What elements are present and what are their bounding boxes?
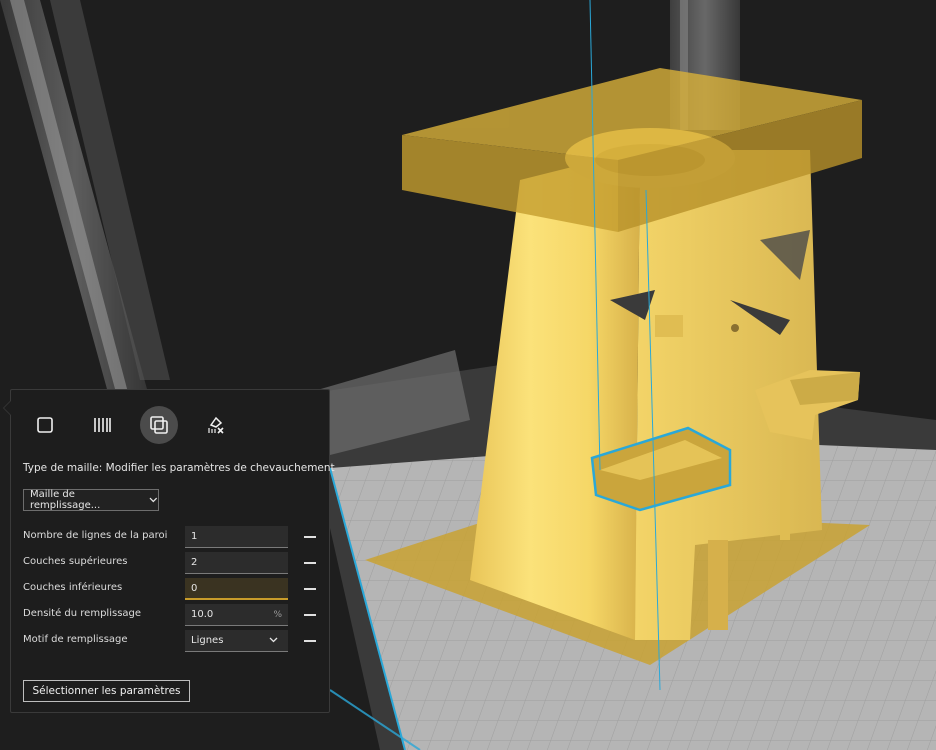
remove-setting-icon[interactable] (304, 536, 316, 538)
setting-label: Densité du remplissage (23, 608, 142, 619)
anti-overhang-button[interactable] (197, 406, 235, 444)
setting-label: Couches inférieures (23, 582, 123, 593)
support-mesh-icon (94, 418, 111, 432)
setting-row-infill-pattern: Motif de remplissage Lignes (23, 630, 319, 652)
top-layers-input[interactable]: 2 (185, 552, 288, 574)
per-model-settings-panel: Type de maille: Modifier les paramètres … (3, 389, 335, 713)
normal-model-button[interactable] (26, 406, 64, 444)
normal-model-icon (37, 417, 53, 433)
percent-unit: % (273, 610, 282, 620)
setting-row-bottom-layers: Couches inférieures 0 (23, 578, 319, 600)
anti-overhang-icon (208, 416, 224, 434)
setting-row-top-layers: Couches supérieures 2 (23, 552, 319, 574)
chevron-down-icon (149, 497, 158, 503)
mesh-type-dropdown-value: Maille de remplissage... (30, 489, 101, 511)
setting-label: Motif de remplissage (23, 634, 128, 645)
setting-label: Couches supérieures (23, 556, 128, 567)
infill-pattern-value: Lignes (191, 635, 224, 646)
overlap-mesh-button[interactable] (140, 406, 178, 444)
bottom-layers-input[interactable]: 0 (185, 578, 288, 600)
overlap-mesh-icon (150, 416, 168, 434)
mesh-type-dropdown[interactable]: Maille de remplissage... (23, 489, 159, 511)
remove-setting-icon[interactable] (304, 614, 316, 616)
setting-row-infill-density: Densité du remplissage 10.0 % (23, 604, 319, 626)
infill-pattern-select[interactable]: Lignes (185, 630, 288, 652)
chevron-down-icon (269, 637, 278, 643)
support-mesh-button[interactable] (83, 406, 121, 444)
panel-pointer (3, 400, 11, 416)
remove-setting-icon[interactable] (304, 562, 316, 564)
setting-label: Nombre de lignes de la paroi (23, 530, 168, 541)
mesh-type-label: Type de maille: Modifier les paramètres … (23, 462, 335, 474)
wall-line-count-input[interactable]: 1 (185, 526, 288, 548)
setting-row-wall-line-count: Nombre de lignes de la paroi 1 (23, 526, 319, 548)
remove-setting-icon[interactable] (304, 640, 316, 642)
select-settings-button[interactable]: Sélectionner les paramètres (23, 680, 190, 702)
remove-setting-icon[interactable] (304, 588, 316, 590)
infill-density-input[interactable]: 10.0 % (185, 604, 288, 626)
infill-density-value: 10.0 (191, 609, 214, 620)
